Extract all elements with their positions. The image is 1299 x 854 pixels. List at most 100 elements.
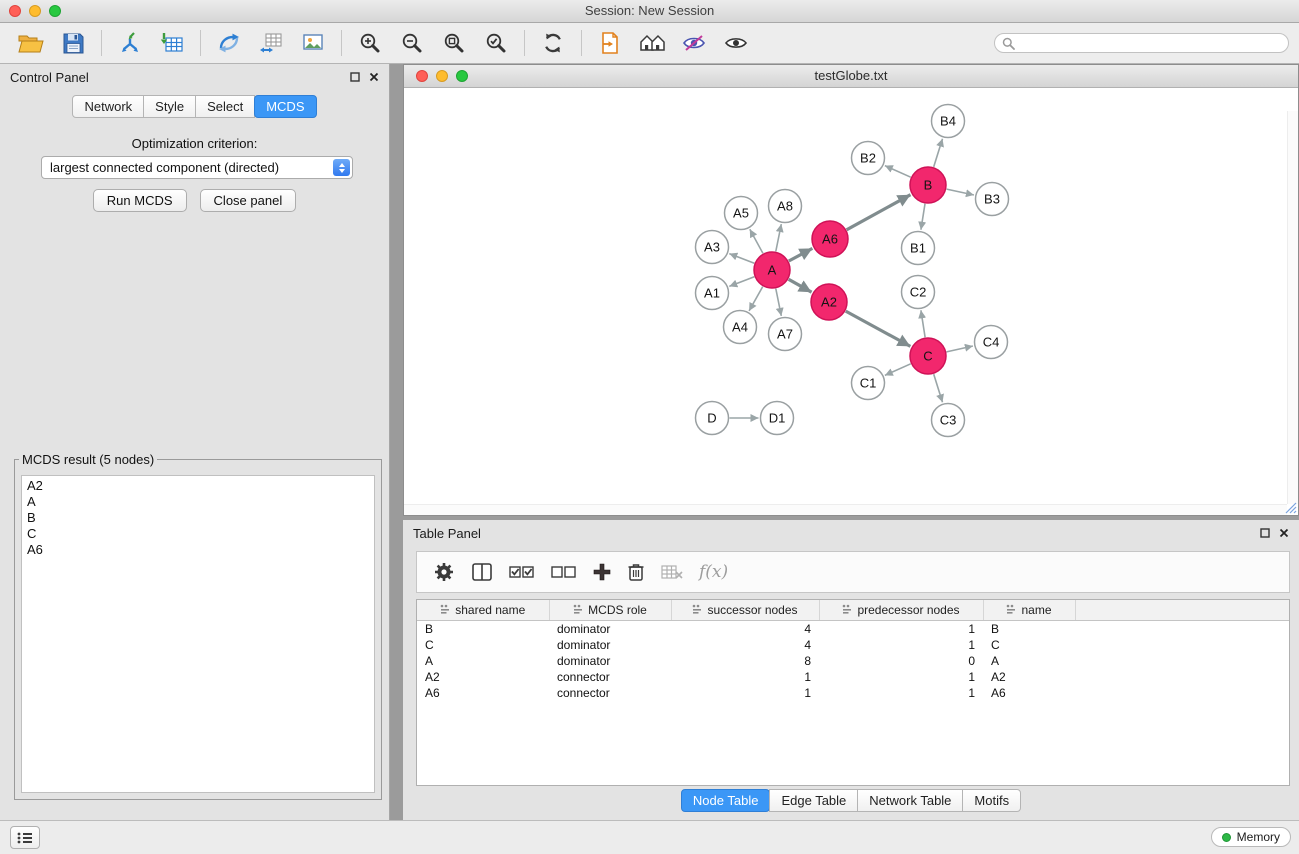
export-image-icon[interactable] — [292, 26, 334, 60]
node-B[interactable]: B — [910, 167, 946, 203]
edge-A-A5[interactable] — [750, 229, 763, 253]
node-D[interactable]: D — [696, 402, 729, 435]
close-panel-button[interactable]: Close panel — [200, 189, 297, 212]
network-zoom-traffic-light[interactable] — [456, 70, 468, 82]
node-B1[interactable]: B1 — [902, 232, 935, 265]
task-history-button[interactable] — [10, 826, 40, 849]
node-A4[interactable]: A4 — [724, 311, 757, 344]
graphics-details-icon[interactable] — [673, 26, 715, 60]
table-cell[interactable]: 4 — [671, 637, 819, 653]
add-column-icon[interactable] — [593, 563, 611, 581]
deselect-all-icon[interactable] — [551, 563, 577, 581]
table-cell[interactable]: 1 — [671, 685, 819, 701]
table-row[interactable]: Bdominator41B — [417, 621, 1289, 638]
show-hide-eye-icon[interactable] — [715, 26, 757, 60]
table-row[interactable]: Adominator80A — [417, 653, 1289, 669]
table-cell[interactable]: C — [983, 637, 1075, 653]
select-all-icon[interactable] — [509, 563, 535, 581]
mcds-result-item[interactable]: A2 — [27, 478, 369, 494]
zoom-in-icon[interactable] — [349, 26, 391, 60]
edge-B-B4[interactable] — [934, 139, 943, 167]
network-graph[interactable]: AA1A2A3A4A5A6A7A8BB1B2B3B4CC1C2C3C4DD1 — [404, 88, 1298, 515]
tab-select[interactable]: Select — [195, 95, 255, 118]
table-cell[interactable]: 1 — [819, 637, 983, 653]
edge-C-C4[interactable] — [947, 346, 973, 352]
network-minimize-traffic-light[interactable] — [436, 70, 448, 82]
table-cell[interactable]: connector — [549, 669, 671, 685]
refresh-icon[interactable] — [532, 26, 574, 60]
edge-A6-B[interactable] — [847, 195, 911, 230]
close-panel-icon[interactable] — [369, 72, 379, 82]
edge-B-B3[interactable] — [947, 189, 974, 195]
mcds-result-item[interactable]: A — [27, 494, 369, 510]
table-cell[interactable]: connector — [549, 685, 671, 701]
edge-A-A2[interactable] — [789, 279, 812, 292]
node-A7[interactable]: A7 — [769, 318, 802, 351]
edge-A-A8[interactable] — [776, 224, 782, 251]
table-cell[interactable]: A2 — [417, 669, 549, 685]
dropdown-stepper-icon[interactable] — [333, 159, 350, 176]
memory-button[interactable]: Memory — [1211, 827, 1291, 847]
table-cell[interactable]: dominator — [549, 653, 671, 669]
node-C1[interactable]: C1 — [852, 367, 885, 400]
node-C[interactable]: C — [910, 338, 946, 374]
mcds-result-item[interactable]: C — [27, 526, 369, 542]
tab-node-table[interactable]: Node Table — [681, 789, 771, 812]
node-A5[interactable]: A5 — [725, 197, 758, 230]
node-C4[interactable]: C4 — [975, 326, 1008, 359]
column-header-successor-nodes[interactable]: successor nodes — [671, 600, 819, 621]
close-panel-icon[interactable] — [1279, 528, 1289, 538]
table-cell[interactable]: 1 — [671, 669, 819, 685]
table-cell[interactable]: 0 — [819, 653, 983, 669]
network-window-titlebar[interactable]: testGlobe.txt — [404, 65, 1298, 88]
table-cell[interactable]: 1 — [819, 621, 983, 638]
node-A2[interactable]: A2 — [811, 284, 847, 320]
edge-A-A1[interactable] — [729, 277, 754, 287]
network-share-icon[interactable] — [208, 26, 250, 60]
float-panel-icon[interactable] — [1260, 528, 1270, 538]
show-column-icon[interactable] — [471, 562, 493, 582]
column-header-predecessor-nodes[interactable]: predecessor nodes — [819, 600, 983, 621]
column-header-shared-name[interactable]: shared name — [417, 600, 549, 621]
node-B4[interactable]: B4 — [932, 105, 965, 138]
open-folder-icon[interactable] — [10, 26, 52, 60]
edge-A-A4[interactable] — [749, 287, 763, 311]
mcds-result-item[interactable]: A6 — [27, 542, 369, 558]
mcds-result-item[interactable]: B — [27, 510, 369, 526]
table-cell[interactable]: 1 — [819, 669, 983, 685]
node-B3[interactable]: B3 — [976, 183, 1009, 216]
import-network-icon[interactable] — [109, 26, 151, 60]
node-D1[interactable]: D1 — [761, 402, 794, 435]
edge-A-A3[interactable] — [729, 254, 754, 264]
save-icon[interactable] — [52, 26, 94, 60]
table-cell[interactable]: A — [417, 653, 549, 669]
delete-column-icon[interactable] — [627, 562, 645, 582]
edge-A2-C[interactable] — [846, 311, 911, 346]
tab-style[interactable]: Style — [143, 95, 196, 118]
float-panel-icon[interactable] — [350, 72, 360, 82]
table-row[interactable]: Cdominator41C — [417, 637, 1289, 653]
edge-A-A6[interactable] — [789, 248, 813, 261]
node-A3[interactable]: A3 — [696, 231, 729, 264]
tab-network-table[interactable]: Network Table — [857, 789, 963, 812]
home-networks-icon[interactable] — [631, 26, 673, 60]
column-header-name[interactable]: name — [983, 600, 1075, 621]
run-mcds-button[interactable]: Run MCDS — [93, 189, 187, 212]
search-input[interactable] — [1015, 35, 1281, 51]
close-traffic-light[interactable] — [9, 5, 21, 17]
edge-C-C3[interactable] — [934, 374, 943, 402]
settings-gear-icon[interactable] — [433, 561, 455, 583]
edge-A-A7[interactable] — [776, 289, 782, 316]
tab-edge-table[interactable]: Edge Table — [769, 789, 858, 812]
table-cell[interactable]: 8 — [671, 653, 819, 669]
table-cell[interactable]: A2 — [983, 669, 1075, 685]
import-table-icon[interactable] — [151, 26, 193, 60]
table-cell[interactable]: 1 — [819, 685, 983, 701]
node-A[interactable]: A — [754, 252, 790, 288]
zoom-selected-icon[interactable] — [475, 26, 517, 60]
table-cell[interactable]: dominator — [549, 637, 671, 653]
table-row[interactable]: A2connector11A2 — [417, 669, 1289, 685]
node-C2[interactable]: C2 — [902, 276, 935, 309]
horizontal-scrollbar[interactable] — [404, 504, 1287, 515]
node-A1[interactable]: A1 — [696, 277, 729, 310]
